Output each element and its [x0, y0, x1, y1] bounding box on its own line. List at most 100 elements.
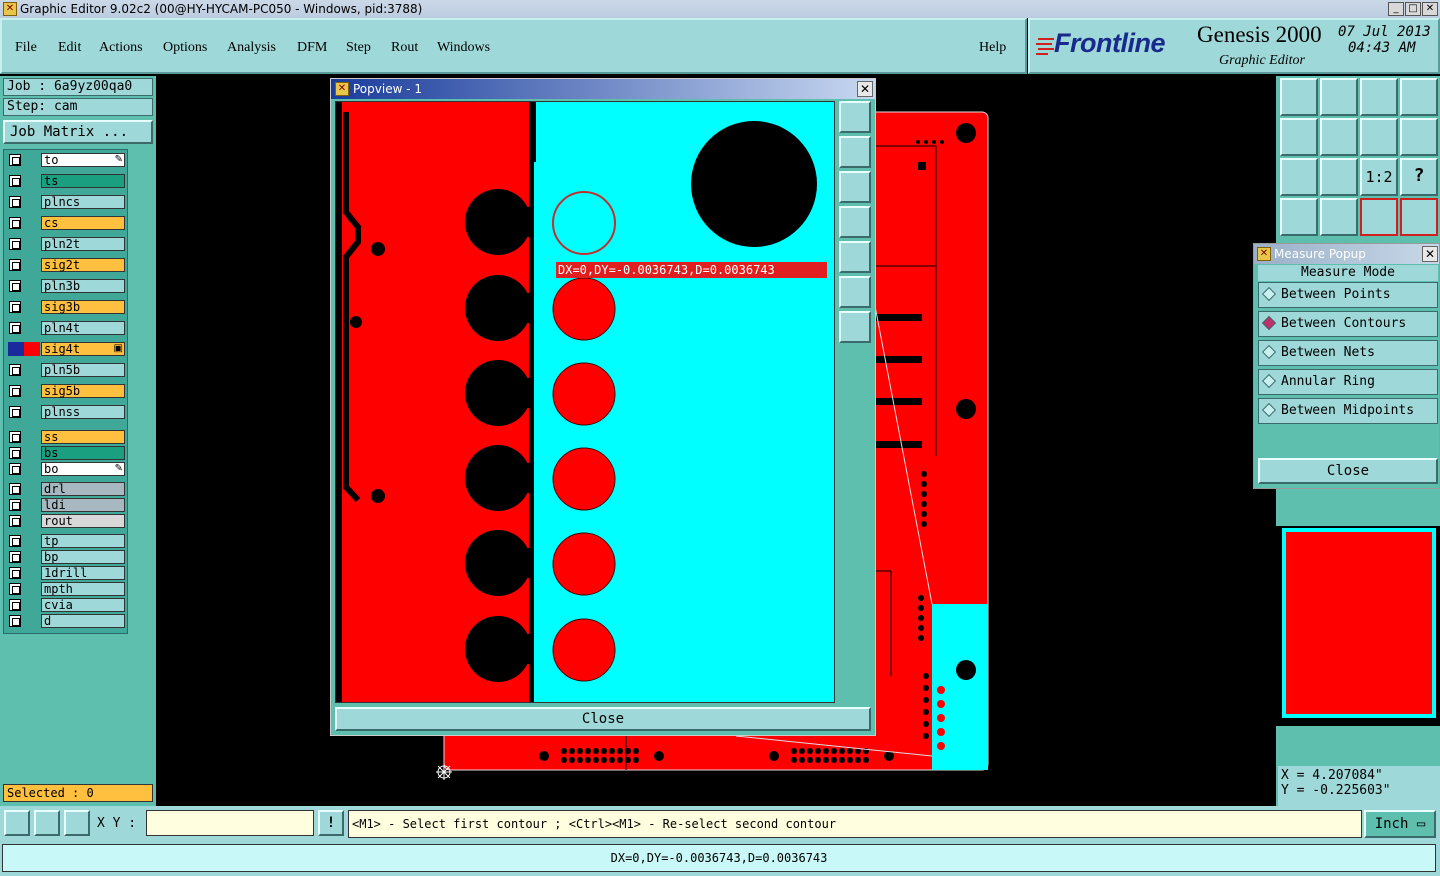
layer-name[interactable]: to [41, 153, 125, 167]
layer-row-ss[interactable]: ss [7, 430, 125, 444]
layer-checkbox[interactable] [9, 154, 21, 166]
layer-name[interactable]: cvia [41, 598, 125, 612]
layer-checkbox[interactable] [9, 259, 21, 271]
mode-between-points[interactable]: Between Points [1258, 282, 1438, 308]
pan-down-icon[interactable] [1320, 78, 1358, 116]
layer-name[interactable]: d [41, 614, 125, 628]
layer-row-pln5b[interactable]: pln5b [7, 363, 125, 377]
layer-row-sig5b[interactable]: sig5b [7, 384, 125, 398]
layer-row-pln2t[interactable]: pln2t [7, 237, 125, 251]
mode-between-contours[interactable]: Between Contours [1258, 311, 1438, 337]
layer-checkbox[interactable] [9, 515, 21, 527]
layer-checkbox[interactable] [9, 322, 21, 334]
layer-row-bs[interactable]: bs [7, 446, 125, 460]
redraw-icon[interactable] [1360, 118, 1398, 156]
snap-mode-icon[interactable] [4, 810, 30, 836]
pan-up-icon[interactable] [839, 136, 871, 168]
layer-checkbox[interactable] [9, 217, 21, 229]
alert-icon[interactable]: ! [318, 810, 344, 836]
pan-right-icon[interactable] [1320, 118, 1358, 156]
layer-checkbox[interactable] [9, 196, 21, 208]
layer-checkbox[interactable] [9, 483, 21, 495]
pan-up-icon[interactable] [1280, 78, 1318, 116]
grid-snap-icon[interactable] [64, 810, 90, 836]
layer-checkbox[interactable] [9, 280, 21, 292]
layer-checkbox[interactable] [9, 599, 21, 611]
layer-checkbox[interactable] [9, 447, 21, 459]
layer-row-mpth[interactable]: mpth [7, 582, 125, 596]
angle-mode-icon[interactable] [34, 810, 60, 836]
xy-input[interactable] [146, 810, 314, 836]
menu-analysis[interactable]: Analysis [227, 40, 276, 56]
layer-checkbox[interactable] [9, 431, 21, 443]
layer-name[interactable]: pln2t [41, 237, 125, 251]
layer-checkbox[interactable] [9, 463, 21, 475]
layer-checkbox[interactable] [9, 301, 21, 313]
overview-map[interactable] [1276, 526, 1440, 726]
layer-checkbox[interactable] [9, 551, 21, 563]
layer-row-to[interactable]: to ✎ [7, 153, 125, 167]
help-icon[interactable]: ? [1400, 158, 1438, 196]
menu-windows[interactable]: Windows [437, 40, 490, 56]
layer-name[interactable]: sig2t [41, 258, 125, 272]
minimize-button[interactable]: _ [1388, 2, 1404, 16]
popview-close-button[interactable]: Close [335, 707, 871, 731]
layer-row-tp[interactable]: tp [7, 534, 125, 548]
layer-checkbox[interactable] [9, 535, 21, 547]
measure-popup-close-icon[interactable]: ✕ [1422, 246, 1438, 262]
settings-icon[interactable] [1280, 198, 1318, 236]
layer-name[interactable]: tp [41, 534, 125, 548]
ratio-button[interactable]: 1:2 [1360, 158, 1398, 196]
menu-edit[interactable]: Edit [58, 40, 81, 56]
layer-name[interactable]: drl [41, 482, 125, 496]
pan-left-icon[interactable] [839, 206, 871, 238]
layer-row-sig2t[interactable]: sig2t [7, 258, 125, 272]
pan-down-icon[interactable] [839, 171, 871, 203]
home-icon[interactable] [1360, 78, 1398, 116]
menu-actions[interactable]: Actions [99, 40, 143, 56]
layer-checkbox[interactable] [9, 406, 21, 418]
layer-row-rout[interactable]: rout [7, 514, 125, 528]
layer-row-pln4t[interactable]: pln4t [7, 321, 125, 335]
net-icon[interactable] [1400, 198, 1438, 236]
layer-row-plnss[interactable]: plnss [7, 405, 125, 419]
layer-name[interactable]: pln4t [41, 321, 125, 335]
layer-name[interactable]: mpth [41, 582, 125, 596]
layer-row-1drill[interactable]: 1drill [7, 566, 125, 580]
mode-annular-ring[interactable]: Annular Ring [1258, 369, 1438, 395]
zoom-center-icon[interactable] [1320, 158, 1358, 196]
layer-name[interactable]: bo [41, 462, 125, 476]
menu-step[interactable]: Step [346, 40, 371, 56]
layer-checkbox[interactable] [9, 499, 21, 511]
layer-checkbox[interactable] [9, 238, 21, 250]
pan-left-icon[interactable] [1280, 118, 1318, 156]
layer-name[interactable]: cs [41, 216, 125, 230]
layer-row-ts[interactable]: ts [7, 174, 125, 188]
zoom-fit-icon[interactable] [839, 276, 871, 308]
layer-name[interactable]: plncs [41, 195, 125, 209]
units-selector[interactable]: Inch ▭ [1364, 810, 1436, 838]
grid-icon[interactable] [1320, 198, 1358, 236]
layer-row-bp[interactable]: bp [7, 550, 125, 564]
layer-name[interactable]: ldi [41, 498, 125, 512]
layer-row-cvia[interactable]: cvia [7, 598, 125, 612]
layer-checkbox[interactable] [9, 615, 21, 627]
layer-checkbox[interactable] [9, 364, 21, 376]
measure-icon[interactable] [1360, 198, 1398, 236]
menu-options[interactable]: Options [163, 40, 207, 56]
layer-name[interactable]: ts [41, 174, 125, 188]
layer-name[interactable]: bs [41, 446, 125, 460]
layer-row-d[interactable]: d [7, 614, 125, 628]
popview-canvas[interactable]: DX=0,DY=-0.0036743,D=0.0036743 [335, 101, 835, 703]
pan-right-icon[interactable] [839, 241, 871, 273]
zoom-center-icon[interactable] [839, 311, 871, 343]
layer-name[interactable]: sig4t [41, 342, 125, 356]
layer-row-drl[interactable]: drl [7, 482, 125, 496]
window-tile-icon[interactable] [839, 101, 871, 133]
layer-name[interactable]: pln3b [41, 279, 125, 293]
layer-row-ldi[interactable]: ldi [7, 498, 125, 512]
layer-name[interactable]: sig5b [41, 384, 125, 398]
layer-checkbox[interactable] [9, 583, 21, 595]
layer-name[interactable]: rout [41, 514, 125, 528]
layer-row-plncs[interactable]: plncs [7, 195, 125, 209]
